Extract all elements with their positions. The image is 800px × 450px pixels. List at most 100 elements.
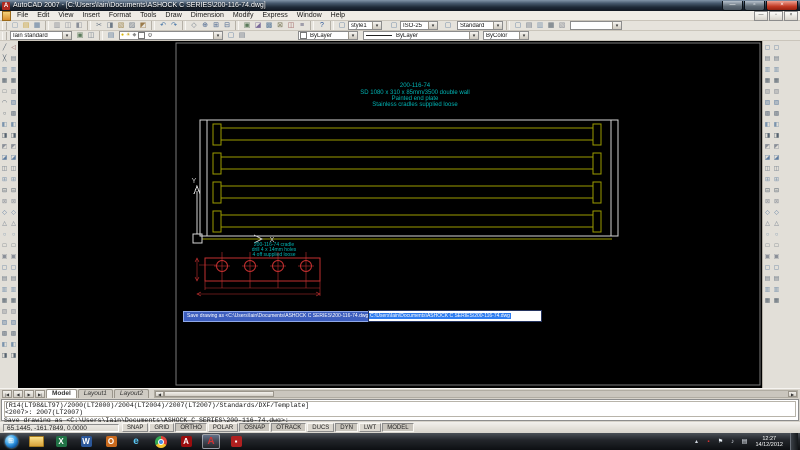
text-style-combo[interactable]: Iain standard ▾ bbox=[10, 31, 72, 40]
dim-text-edit-icon[interactable]: ◇ bbox=[763, 209, 772, 217]
donut-icon[interactable]: ▧ bbox=[0, 308, 9, 316]
3d-polyline-icon[interactable]: ◧ bbox=[0, 341, 9, 349]
combo-arrow-icon[interactable]: ▾ bbox=[62, 32, 71, 39]
restore-button[interactable]: ▫ bbox=[744, 0, 765, 11]
dimension-style-combo[interactable]: ISO-25 ▾ bbox=[400, 21, 438, 30]
taskbar-adobe-reader[interactable]: A bbox=[177, 434, 195, 449]
status-toggle-snap[interactable]: SNAP bbox=[122, 423, 149, 432]
publish-icon[interactable]: ◧ bbox=[74, 21, 84, 30]
layer-lock-icon[interactable]: ◆ bbox=[133, 31, 137, 40]
osnap-nearest-icon[interactable]: ⊞ bbox=[772, 176, 781, 184]
osnap-none-icon[interactable]: ⊟ bbox=[772, 187, 781, 195]
draworder-send-to-back-icon[interactable]: △ bbox=[772, 220, 781, 228]
align-icon[interactable]: ▢ bbox=[9, 264, 18, 272]
scroll-left-icon[interactable]: ◀ bbox=[155, 390, 165, 397]
text-style-manager-icon[interactable]: ▢ bbox=[337, 21, 347, 30]
view-top-icon[interactable]: ▥ bbox=[772, 286, 781, 294]
menu-modify[interactable]: Modify bbox=[229, 11, 258, 20]
quickcalc-icon[interactable]: ≡ bbox=[297, 21, 307, 30]
quick-dimension-icon[interactable]: ◨ bbox=[763, 132, 772, 140]
boundary-icon[interactable]: ▥ bbox=[0, 286, 9, 294]
status-toggle-dyn[interactable]: DYN bbox=[335, 423, 358, 432]
array-icon[interactable]: ▧ bbox=[9, 88, 18, 96]
list-icon[interactable]: ▤ bbox=[763, 275, 772, 283]
trim-icon[interactable]: ◩ bbox=[9, 143, 18, 151]
render-icon[interactable]: ▣ bbox=[772, 253, 781, 261]
layer-on-bulb-icon[interactable]: ● bbox=[121, 31, 124, 40]
3d-orbit-icon[interactable]: ▢ bbox=[772, 264, 781, 272]
tab-last-button[interactable]: ▶| bbox=[35, 389, 45, 398]
combo-arrow-icon[interactable]: ▾ bbox=[372, 22, 381, 29]
linetype-combo[interactable]: ByLayer ▾ bbox=[363, 31, 479, 40]
markup-set-manager-icon[interactable]: ◫ bbox=[286, 21, 296, 30]
time-icon[interactable]: ▦ bbox=[763, 297, 772, 305]
properties-icon[interactable]: ▣ bbox=[242, 21, 252, 30]
doc-minimize-button[interactable]: — bbox=[754, 10, 768, 21]
multiline-text-icon[interactable]: □ bbox=[0, 242, 9, 250]
osnap-center-icon[interactable]: ▨ bbox=[772, 99, 781, 107]
tab-layout2[interactable]: Layout2 bbox=[113, 389, 150, 398]
osnap-midpoint-icon[interactable]: ▤ bbox=[772, 55, 781, 63]
osnap-perpendicular-icon[interactable]: ◨ bbox=[772, 132, 781, 140]
taskbar-word[interactable]: W bbox=[77, 434, 95, 449]
multileader-style-icon[interactable]: ▦ bbox=[546, 21, 556, 30]
dim-diameter-icon[interactable]: ▩ bbox=[763, 110, 772, 118]
ucs-icon[interactable]: ◧ bbox=[9, 341, 18, 349]
horizontal-scrollbar[interactable]: ◀ ▶ bbox=[154, 389, 798, 398]
group-icon[interactable]: ▥ bbox=[9, 286, 18, 294]
ellipse-arc-icon[interactable]: ◪ bbox=[0, 154, 9, 162]
combo-arrow-icon[interactable]: ▾ bbox=[469, 32, 478, 39]
osnap-intersection-icon[interactable]: ▥ bbox=[772, 66, 781, 74]
scale-icon[interactable]: ◧ bbox=[9, 121, 18, 129]
tab-next-button[interactable]: ▶ bbox=[24, 389, 34, 398]
solid-icon[interactable]: ▩ bbox=[0, 330, 9, 338]
antivirus-icon[interactable]: ▪ bbox=[704, 439, 712, 445]
osnap-quadrant-icon[interactable]: ▩ bbox=[772, 110, 781, 118]
scroll-right-icon[interactable]: ▶ bbox=[788, 390, 797, 397]
mirror-icon[interactable]: ▥ bbox=[9, 66, 18, 74]
mass-properties-icon[interactable]: ▢ bbox=[763, 264, 772, 272]
quick-leader-icon[interactable]: ◫ bbox=[763, 165, 772, 173]
combo-arrow-icon[interactable]: ▾ bbox=[348, 32, 357, 39]
sketch-icon[interactable]: ▨ bbox=[0, 319, 9, 327]
dim-ordinate-icon[interactable]: ▦ bbox=[763, 77, 772, 85]
polygon-icon[interactable]: ▦ bbox=[0, 77, 9, 85]
table-style-combo[interactable]: Standard ▾ bbox=[457, 21, 503, 30]
erase-icon[interactable]: ◁ bbox=[9, 44, 18, 52]
action-center-icon[interactable]: ⚑ bbox=[716, 438, 724, 445]
dim-continue-icon[interactable]: ◪ bbox=[763, 154, 772, 162]
wipeout-icon[interactable]: ▦ bbox=[0, 297, 9, 305]
make-current-icon[interactable]: ▣ bbox=[75, 31, 85, 40]
menu-help[interactable]: Help bbox=[327, 11, 349, 20]
show-hidden-icons-icon[interactable]: ▴ bbox=[692, 438, 700, 445]
pan-realtime-icon[interactable]: ◇ bbox=[189, 21, 199, 30]
circle-icon[interactable]: ○ bbox=[0, 110, 9, 118]
layer-previous-icon[interactable]: ▤ bbox=[237, 31, 247, 40]
camera-icon[interactable]: ▦ bbox=[772, 297, 781, 305]
zoom-window-icon[interactable]: ⊞ bbox=[211, 21, 221, 30]
zoom-previous-icon[interactable]: ⊟ bbox=[222, 21, 232, 30]
dim-jogged-icon[interactable]: ▨ bbox=[763, 99, 772, 107]
id-point-icon[interactable]: ▥ bbox=[763, 286, 772, 294]
status-toggle-ducs[interactable]: DUCS bbox=[307, 423, 335, 432]
dim-baseline-icon[interactable]: ◩ bbox=[763, 143, 772, 151]
color-combo[interactable]: ByLayer ▾ bbox=[298, 31, 358, 40]
layer-combo[interactable]: ● ☀ ◆ 0 ▾ bbox=[119, 31, 223, 40]
join-icon[interactable]: ⊟ bbox=[9, 187, 18, 195]
designcenter-icon[interactable]: ◪ bbox=[253, 21, 263, 30]
workspace-combo[interactable]: ▾ bbox=[570, 21, 622, 30]
status-toggle-model[interactable]: MODEL bbox=[382, 423, 414, 432]
hatch-edit-icon[interactable]: ▣ bbox=[9, 253, 18, 261]
menu-draw[interactable]: Draw bbox=[161, 11, 185, 20]
taskbar-autocad[interactable]: A bbox=[202, 434, 220, 449]
model-space-canvas[interactable]: 200-116-74 SD 1080 x 310 x 85mm/3500 dou… bbox=[18, 41, 762, 388]
ungroup-icon[interactable]: ▦ bbox=[9, 297, 18, 305]
scrollbar-thumb[interactable] bbox=[164, 390, 275, 397]
dim-angular-icon[interactable]: ◧ bbox=[763, 121, 772, 129]
toolbar-grip[interactable] bbox=[2, 31, 7, 40]
tab-first-button[interactable]: |◀ bbox=[2, 389, 12, 398]
taskbar-internet-explorer[interactable]: e bbox=[127, 434, 145, 449]
chamfer-icon[interactable]: ⊠ bbox=[9, 198, 18, 206]
match-properties-icon[interactable]: ▨ bbox=[127, 21, 137, 30]
area-icon[interactable]: ▣ bbox=[763, 253, 772, 261]
